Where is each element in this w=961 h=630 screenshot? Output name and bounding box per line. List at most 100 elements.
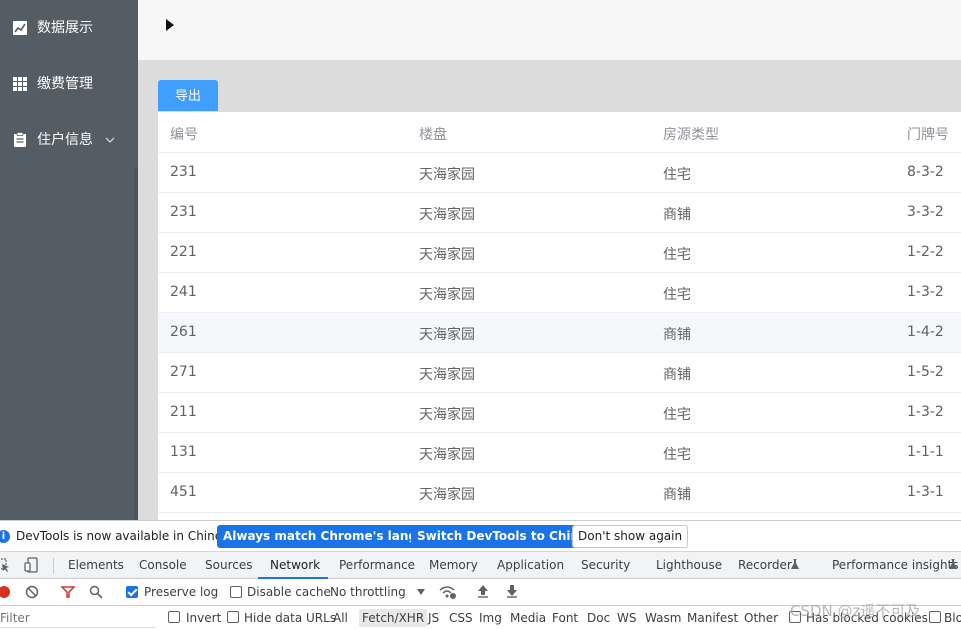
disable-cache-checkbox[interactable] xyxy=(230,586,242,598)
table-row[interactable]: 221 天海家园 住宅 1-2-2 xyxy=(158,233,961,273)
hide-data-urls-checkbox[interactable] xyxy=(227,611,239,623)
tab-application[interactable]: Application xyxy=(497,558,564,572)
filter-type-js[interactable]: JS xyxy=(428,611,439,625)
column-header-estate[interactable]: 楼盘 xyxy=(419,124,447,144)
table-cell: 天海家园 xyxy=(419,247,475,263)
filter-type-fetch-xhr[interactable]: Fetch/XHR xyxy=(359,609,428,627)
tab-performance[interactable]: Performance xyxy=(339,558,415,572)
sidebar-item-data-display[interactable]: 数据展示 xyxy=(0,0,138,56)
table-cell: 241 xyxy=(170,284,197,300)
table-row[interactable]: 231 天海家园 住宅 8-3-2 xyxy=(158,153,961,193)
filter-icon[interactable] xyxy=(61,585,75,599)
table-row[interactable]: 451 天海家园 商铺 1-3-1 xyxy=(158,473,961,513)
column-header-property-type[interactable]: 房源类型 xyxy=(663,124,719,144)
filter-type-media[interactable]: Media xyxy=(510,611,546,625)
table-cell: 住宅 xyxy=(663,407,691,423)
top-header xyxy=(138,0,961,60)
table-cell: 商铺 xyxy=(663,487,691,503)
table-cell: 天海家园 xyxy=(419,287,475,303)
table-cell: 天海家园 xyxy=(419,167,475,183)
filter-type-img[interactable]: Img xyxy=(479,611,502,625)
hide-data-urls-label: Hide data URLs xyxy=(244,611,337,625)
flask-icon xyxy=(791,559,799,569)
export-har-icon[interactable] xyxy=(505,584,519,598)
table-row[interactable]: 231 天海家园 商铺 3-3-2 xyxy=(158,193,961,233)
table-cell: 1-2-2 xyxy=(907,244,944,260)
info-icon: i xyxy=(0,530,10,543)
filter-type-font[interactable]: Font xyxy=(552,611,578,625)
throttling-select[interactable]: No throttling xyxy=(330,585,406,599)
blocked-requests-checkbox[interactable] xyxy=(929,611,941,623)
table-cell: 1-1-1 xyxy=(907,444,944,460)
table-cell: 天海家园 xyxy=(419,407,475,423)
table-cell: 天海家园 xyxy=(419,207,475,223)
filter-type-ws[interactable]: WS xyxy=(617,611,636,625)
export-button[interactable]: 导出 xyxy=(158,80,218,111)
filter-type-all[interactable]: All xyxy=(333,611,348,625)
filter-type-wasm[interactable]: Wasm xyxy=(645,611,681,625)
chart-line-icon xyxy=(13,21,27,35)
table-cell: 天海家园 xyxy=(419,447,475,463)
devtools-panel: i DevTools is now available in Chinese! … xyxy=(0,520,961,630)
caret-down-icon[interactable] xyxy=(416,588,426,596)
tab-network[interactable]: Network xyxy=(270,558,320,572)
table-cell: 261 xyxy=(170,324,197,340)
sidebar: 数据展示 缴费管理 住户信息 xyxy=(0,0,138,520)
sidebar-item-label: 缴费管理 xyxy=(37,76,93,92)
tab-security[interactable]: Security xyxy=(581,558,630,572)
table-cell: 271 xyxy=(170,364,197,380)
table-cell: 天海家园 xyxy=(419,327,475,343)
blocked-requests-label: Blo xyxy=(944,611,961,625)
preserve-log-checkbox[interactable] xyxy=(126,586,138,598)
table-cell: 451 xyxy=(170,484,197,500)
tab-sources[interactable]: Sources xyxy=(205,558,252,572)
filter-type-other[interactable]: Other xyxy=(744,611,778,625)
tab-recorder[interactable]: Recorder xyxy=(738,558,792,572)
table-cell: 1-3-1 xyxy=(907,484,944,500)
tab-elements[interactable]: Elements xyxy=(68,558,124,572)
import-har-icon[interactable] xyxy=(476,584,490,598)
sidebar-item-resident-info[interactable]: 住户信息 xyxy=(0,112,138,168)
invert-checkbox[interactable] xyxy=(168,611,180,623)
table-cell: 商铺 xyxy=(663,367,691,383)
tab-memory[interactable]: Memory xyxy=(429,558,478,572)
tab-lighthouse[interactable]: Lighthouse xyxy=(656,558,722,572)
filter-input[interactable] xyxy=(0,608,156,628)
flask-icon xyxy=(949,559,957,569)
table-row[interactable]: 271 天海家园 商铺 1-5-2 xyxy=(158,353,961,393)
filter-type-css[interactable]: CSS xyxy=(449,611,473,625)
table-row[interactable]: 131 天海家园 住宅 1-1-1 xyxy=(158,433,961,473)
devtools-language-infobar: i DevTools is now available in Chinese! … xyxy=(0,521,961,552)
chevron-down-icon[interactable] xyxy=(104,134,116,146)
sidebar-item-payment-management[interactable]: 缴费管理 xyxy=(0,56,138,112)
resident-table: 编号 楼盘 房源类型 门牌号 231 天海家园 住宅 8-3-2 231 天海家园 商铺 3-… xyxy=(158,112,961,520)
caret-right-icon[interactable] xyxy=(164,17,176,33)
table-row[interactable]: 241 天海家园 住宅 1-3-2 xyxy=(158,273,961,313)
tab-performance-insights[interactable]: Performance insights xyxy=(832,558,959,572)
table-row[interactable]: 261 天海家园 商铺 1-4-2 xyxy=(158,313,961,353)
table-cell: 131 xyxy=(170,444,197,460)
column-header-id[interactable]: 编号 xyxy=(170,124,198,144)
invert-label: Invert xyxy=(186,611,222,625)
inspect-element-icon[interactable] xyxy=(0,557,10,573)
record-icon[interactable] xyxy=(0,585,11,599)
table-cell: 住宅 xyxy=(663,287,691,303)
network-conditions-icon[interactable] xyxy=(439,584,457,600)
tab-console[interactable]: Console xyxy=(139,558,187,572)
filter-type-doc[interactable]: Doc xyxy=(587,611,610,625)
table-row[interactable]: 211 天海家园 住宅 1-3-2 xyxy=(158,393,961,433)
disable-cache-label: Disable cache xyxy=(247,585,331,599)
table-cell: 211 xyxy=(170,404,197,420)
filter-type-manifest[interactable]: Manifest xyxy=(687,611,738,625)
watermark: CSDN @z遥不可及 xyxy=(790,602,921,620)
dont-show-again-button[interactable]: Don't show again xyxy=(572,525,689,548)
table-cell: 1-5-2 xyxy=(907,364,944,380)
column-header-door-number[interactable]: 门牌号 xyxy=(907,124,949,144)
table-cell: 1-4-2 xyxy=(907,324,944,340)
table-cell: 住宅 xyxy=(663,447,691,463)
search-icon[interactable] xyxy=(89,585,103,599)
table-cell: 1-3-2 xyxy=(907,404,944,420)
device-toolbar-icon[interactable] xyxy=(24,557,40,573)
clear-icon[interactable] xyxy=(25,585,39,599)
clipboard-icon xyxy=(14,132,26,147)
